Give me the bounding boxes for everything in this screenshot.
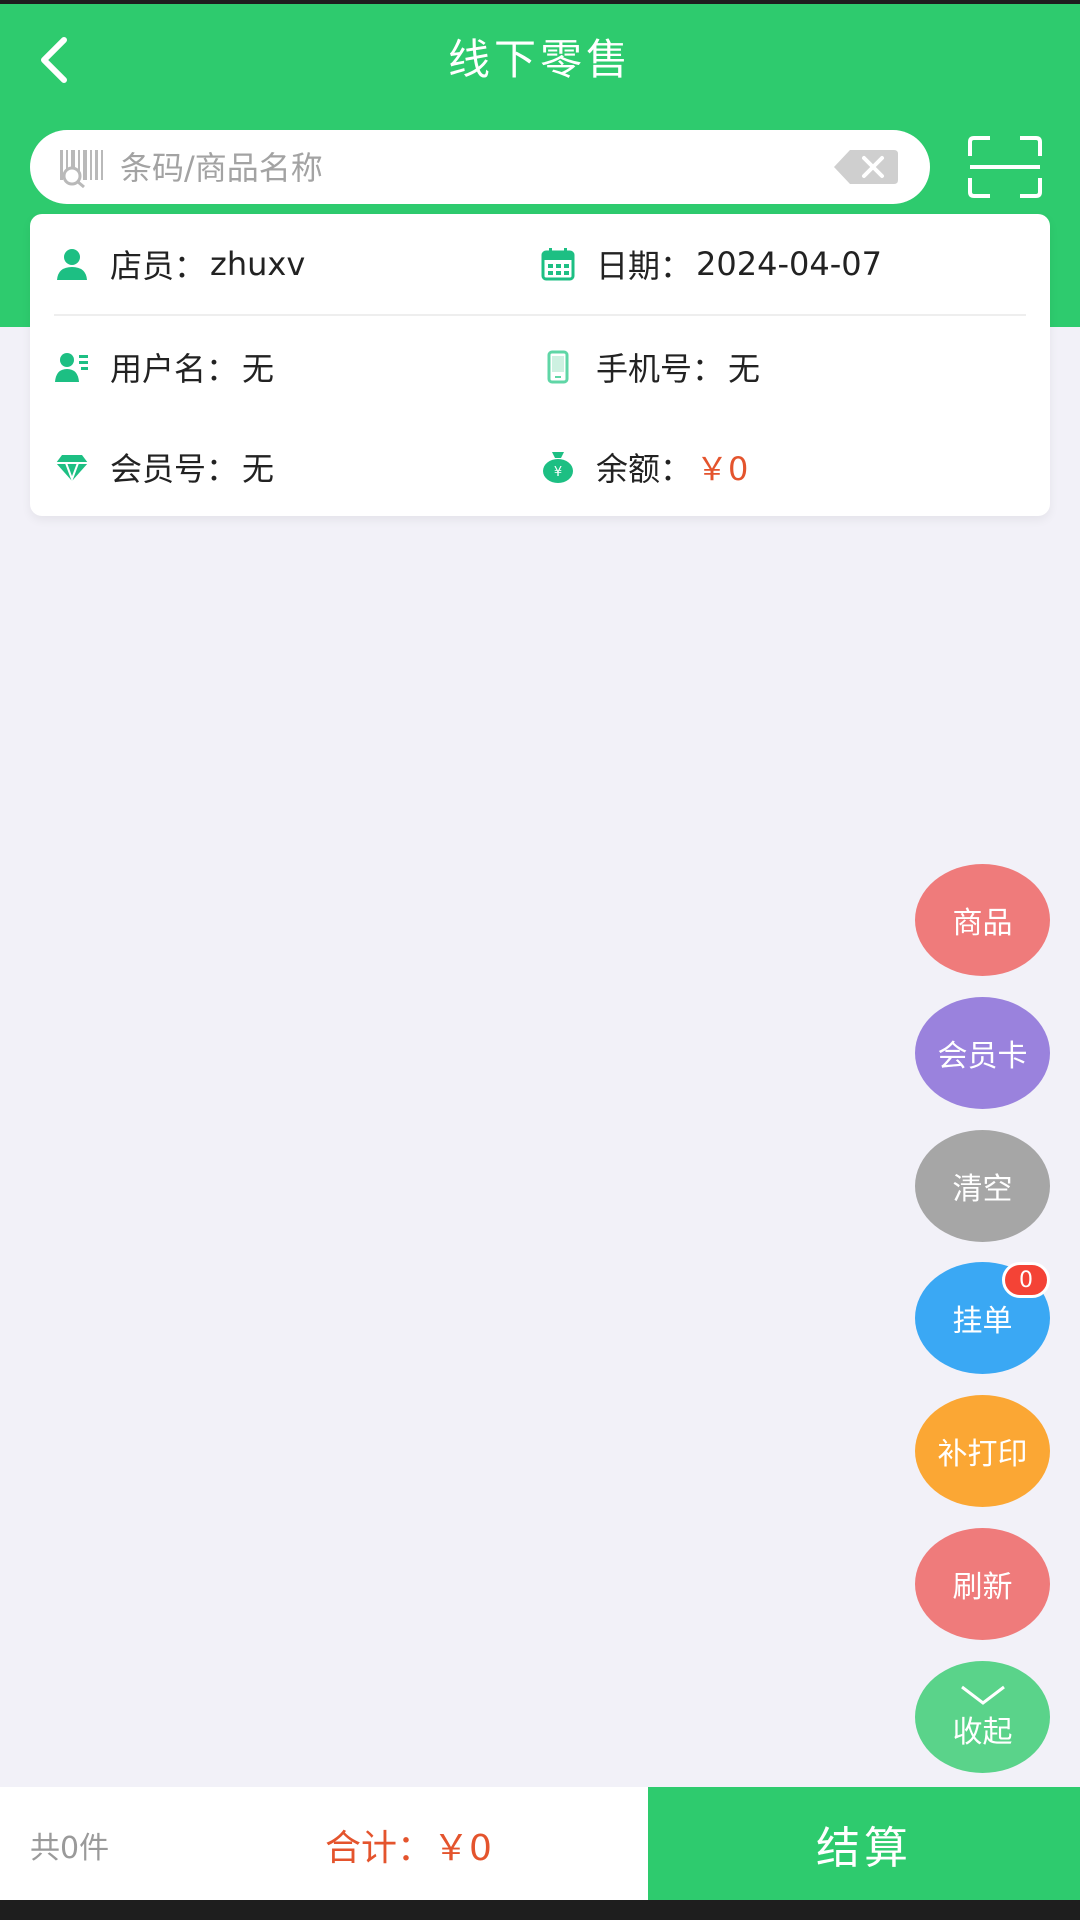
reprint-button[interactable]: 补打印 <box>915 1395 1050 1507</box>
svg-text:¥: ¥ <box>554 465 562 480</box>
bottom-bar: 共0件 合计： ￥0 结算 <box>0 1787 1080 1900</box>
date-label: 日期： <box>596 247 693 285</box>
refresh-button-label: 刷新 <box>952 1570 1013 1605</box>
hold-order-button-label: 挂单 <box>952 1304 1013 1339</box>
collapse-button-label: 收起 <box>952 1715 1013 1750</box>
id-card-icon <box>55 353 88 382</box>
clerk-label: 店员： <box>110 247 207 285</box>
member-card-button-label: 会员卡 <box>937 1039 1028 1074</box>
search-input[interactable] <box>118 142 842 194</box>
calendar-icon <box>541 248 575 281</box>
search-box[interactable] <box>30 130 930 204</box>
balance-value: ￥0 <box>696 450 749 488</box>
total-label: 合计： <box>325 1828 434 1869</box>
clerk-info: 店员： zhuxv <box>54 239 305 289</box>
item-count: 共0件 <box>30 1831 110 1866</box>
clerk-value: zhuxv <box>210 245 306 283</box>
phone-label: 手机号： <box>596 350 725 388</box>
scan-frame-icon[interactable] <box>968 136 1042 198</box>
username-value: 无 <box>242 350 275 388</box>
hold-order-badge: 0 <box>1002 1262 1050 1298</box>
clear-button-label: 清空 <box>952 1172 1013 1207</box>
barcode-search-icon <box>60 150 103 188</box>
username-label: 用户名： <box>110 350 239 388</box>
checkout-button-label: 结算 <box>816 1822 912 1874</box>
total-sum: 合计： ￥0 <box>325 1819 492 1871</box>
refresh-button[interactable]: 刷新 <box>915 1528 1050 1640</box>
money-bag-icon: ¥ <box>543 452 573 483</box>
date-info: 日期： 2024-04-07 <box>540 239 882 289</box>
member-card-button[interactable]: 会员卡 <box>915 997 1050 1109</box>
products-button-label: 商品 <box>952 906 1013 941</box>
backspace-clear-icon[interactable] <box>832 148 900 186</box>
chevron-down-icon <box>960 1685 1005 1705</box>
username-info: 用户名： 无 <box>54 342 274 392</box>
products-button[interactable]: 商品 <box>915 864 1050 976</box>
hold-order-button[interactable]: 挂单 0 <box>915 1262 1050 1374</box>
balance-info: ¥ 余额： ￥0 <box>540 442 748 492</box>
phone-value: 无 <box>728 350 761 388</box>
phone-info: 手机号： 无 <box>540 342 760 392</box>
member-value: 无 <box>242 450 275 488</box>
bottom-border <box>0 1900 1080 1920</box>
checkout-button[interactable]: 结算 <box>648 1787 1080 1900</box>
diamond-icon <box>56 455 88 482</box>
collapse-button[interactable]: 收起 <box>915 1661 1050 1773</box>
reprint-button-label: 补打印 <box>937 1437 1028 1472</box>
page-title: 线下零售 <box>447 35 632 84</box>
person-icon <box>57 249 87 280</box>
balance-label: 余额： <box>596 450 693 488</box>
info-card: 店员： zhuxv 日期： 2024-04-07 用户名： 无 手机号： 无 会… <box>30 214 1050 516</box>
member-info: 会员号： 无 <box>54 442 274 492</box>
date-value: 2024-04-07 <box>696 245 882 283</box>
clear-button[interactable]: 清空 <box>915 1130 1050 1242</box>
member-label: 会员号： <box>110 450 239 488</box>
phone-icon <box>547 350 569 384</box>
divider <box>54 314 1026 316</box>
total-value: ￥0 <box>433 1828 492 1869</box>
